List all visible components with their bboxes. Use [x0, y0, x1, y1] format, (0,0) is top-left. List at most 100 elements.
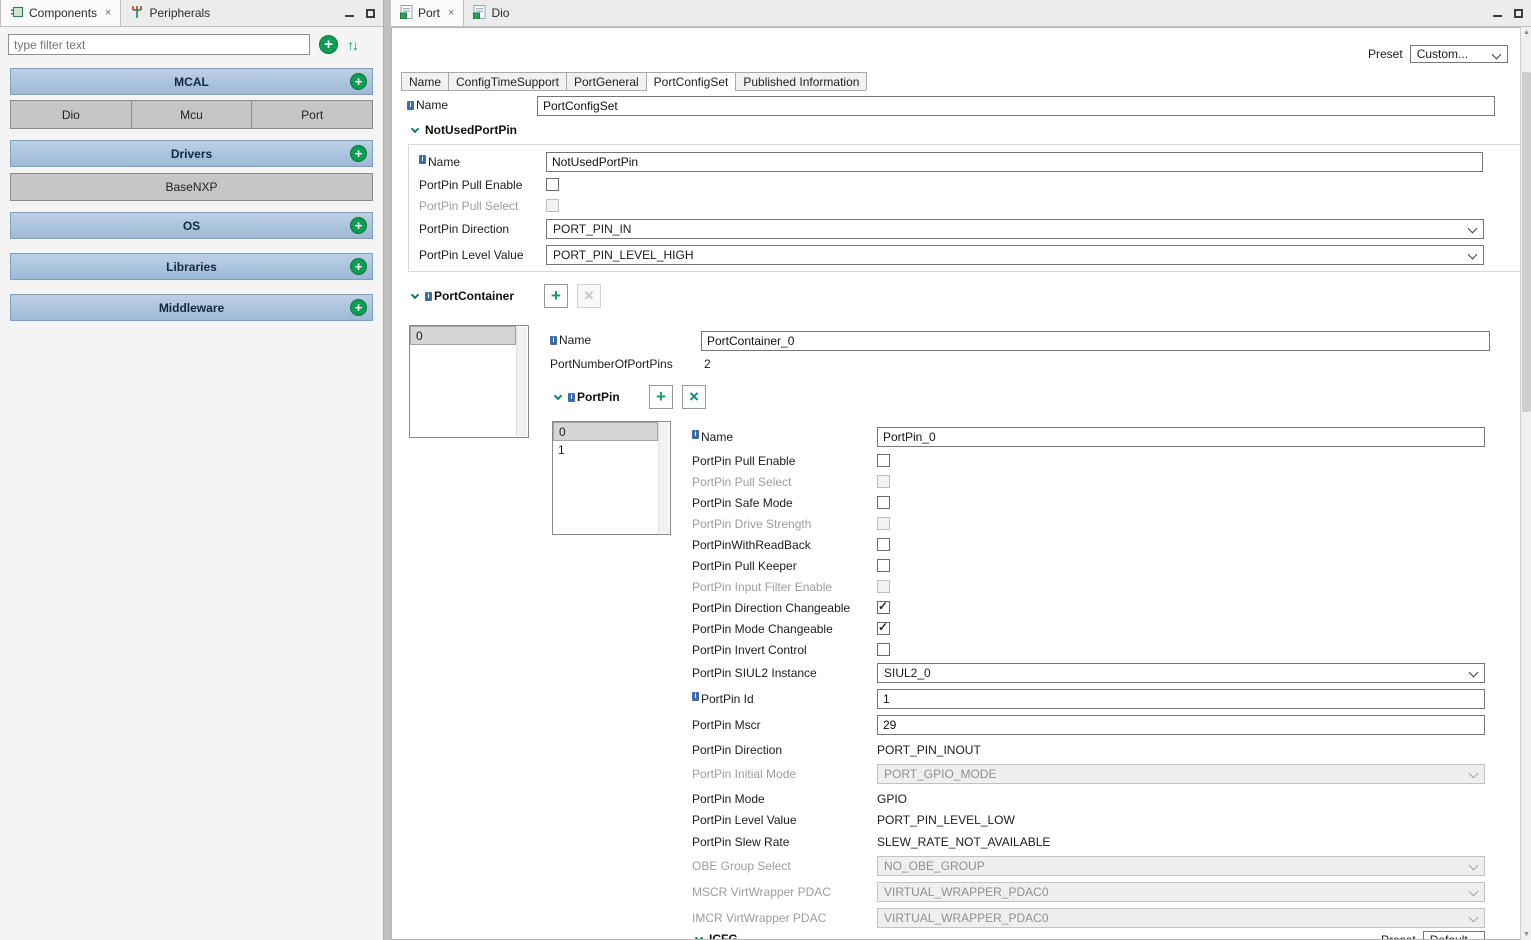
list-item[interactable]: 1 [553, 441, 658, 460]
module-port[interactable]: Port [252, 100, 374, 129]
tab-components[interactable]: Components × [0, 0, 122, 26]
configset-name-input[interactable] [537, 96, 1495, 116]
notusedportpin-header[interactable]: NotUsedPortPin [410, 123, 517, 137]
scrollbar-thumb[interactable] [1522, 72, 1531, 412]
preset-select[interactable]: Custom... [1409, 45, 1508, 63]
portpin-mscr-input[interactable] [877, 715, 1485, 735]
numpins-value: 2 [704, 357, 711, 371]
list-scrollbar[interactable] [516, 327, 527, 436]
maximize-icon[interactable] [366, 8, 375, 18]
module-basenxp[interactable]: BaseNXP [10, 173, 373, 201]
pull-enable-checkbox[interactable] [546, 178, 559, 191]
chevron-down-icon [694, 933, 704, 939]
list-item[interactable]: 0 [553, 422, 658, 441]
portpin-remove-button[interactable]: × [682, 385, 706, 409]
portcontainer-add-button[interactable]: + [544, 284, 568, 308]
add-os-button[interactable]: + [350, 217, 367, 234]
drive-strength-checkbox [877, 517, 890, 530]
tab-port-editor[interactable]: Port × [390, 0, 465, 26]
portpin-header[interactable]: i PortPin [553, 385, 620, 409]
direction-select[interactable]: PORT_PIN_IN [546, 219, 1484, 239]
mscr-virtwrapper-select: VIRTUAL_WRAPPER_PDAC0 [877, 882, 1485, 902]
form-row: OBE Group Select NO_OBE_GROUP [692, 853, 1492, 879]
form-row: PortPin Pull Select [409, 195, 1520, 216]
editor-tabbar: Port × Dio [390, 0, 1531, 27]
chevron-down-icon [410, 290, 420, 300]
configset-name-label: i Name [407, 98, 448, 112]
section-title: Drivers [170, 146, 213, 161]
section-os: OS + [10, 212, 373, 239]
add-component-button[interactable]: + [319, 35, 338, 54]
portcontainer-header[interactable]: i PortContainer [410, 284, 514, 308]
scroll-up-icon[interactable]: ▲ [1521, 29, 1531, 36]
form-row: PortPin Mode GPIO [692, 791, 908, 806]
maximize-icon[interactable] [1514, 8, 1523, 18]
form-row: PortPin Input Filter Enable [692, 576, 1492, 597]
invert-control-checkbox[interactable] [877, 643, 890, 656]
editor-scrollbar[interactable]: ▲ ▼ [1520, 27, 1531, 940]
tab-dio-editor[interactable]: Dio [464, 0, 518, 26]
tab-portgeneral[interactable]: PortGeneral [565, 72, 647, 90]
sort-icon[interactable]: ↑↓ [347, 37, 359, 53]
module-dio[interactable]: Dio [10, 100, 132, 129]
notused-name-input[interactable] [546, 151, 1483, 172]
with-readback-checkbox[interactable] [877, 538, 890, 551]
next-section-partial[interactable]: ICFG [694, 932, 738, 939]
close-icon[interactable]: × [105, 7, 111, 19]
preset-select[interactable]: Default... [1422, 931, 1485, 939]
section-title: OS [182, 218, 201, 233]
add-library-button[interactable]: + [350, 258, 367, 275]
direction-changeable-checkbox[interactable] [877, 599, 890, 614]
safe-mode-checkbox[interactable] [877, 496, 890, 509]
pull-keeper-checkbox[interactable] [877, 559, 890, 572]
editor-body: Preset Custom... Name ConfigTimeSupport … [391, 27, 1520, 940]
add-mcal-button[interactable]: + [350, 73, 367, 90]
mode-changeable-checkbox[interactable] [877, 620, 890, 635]
section-header-os[interactable]: OS + [10, 212, 373, 239]
chevron-down-icon [553, 391, 563, 401]
section-title: Libraries [166, 259, 217, 274]
components-icon [10, 5, 24, 22]
minimize-icon[interactable] [345, 10, 354, 17]
tab-published-information[interactable]: Published Information [735, 72, 868, 90]
form-row: PortPin Level Value PORT_PIN_LEVEL_HIGH [409, 242, 1520, 268]
tab-peripherals[interactable]: Peripherals [121, 0, 219, 26]
input-filter-checkbox [877, 580, 890, 593]
portcontainer-name-input[interactable] [701, 331, 1490, 351]
section-header-drivers[interactable]: Drivers + [10, 140, 373, 167]
pull-select-checkbox [877, 475, 890, 488]
tab-port-label: Port [418, 6, 441, 20]
tab-configtimesupport[interactable]: ConfigTimeSupport [448, 72, 567, 90]
preset-label: Preset [1381, 933, 1416, 940]
module-mcu[interactable]: Mcu [131, 100, 253, 129]
portpin-id-input[interactable] [877, 689, 1485, 709]
section-header-mcal[interactable]: MCAL + [10, 68, 373, 95]
add-middleware-button[interactable]: + [350, 299, 367, 316]
list-item[interactable]: 0 [410, 326, 516, 345]
section-header-libraries[interactable]: Libraries + [10, 253, 373, 280]
level-value-select[interactable]: PORT_PIN_LEVEL_HIGH [546, 245, 1484, 265]
scroll-down-icon[interactable]: ▼ [1521, 931, 1531, 938]
close-icon[interactable]: × [448, 7, 454, 19]
add-driver-button[interactable]: + [350, 145, 367, 162]
pull-enable-checkbox[interactable] [877, 454, 890, 467]
filter-input[interactable] [8, 34, 310, 55]
info-icon: i [692, 430, 699, 439]
section-libraries: Libraries + [10, 253, 373, 280]
property-tabs: Name ConfigTimeSupport PortGeneral PortC… [401, 72, 868, 91]
info-icon: i [425, 291, 432, 301]
portcontainer-list: 0 [409, 325, 529, 438]
tab-portconfigset[interactable]: PortConfigSet [645, 72, 737, 91]
port-file-icon [400, 4, 413, 22]
minimize-icon[interactable] [1493, 10, 1502, 17]
list-scrollbar[interactable] [658, 423, 669, 533]
siul2-instance-select[interactable]: SIUL2_0 [877, 663, 1485, 683]
editor-panel: Port × Dio Preset Custom... Name ConfigT… [390, 0, 1531, 940]
portpin-name-input[interactable] [877, 427, 1485, 447]
editor-window-buttons [1493, 0, 1523, 26]
mcal-items: Dio Mcu Port [10, 100, 374, 129]
section-header-middleware[interactable]: Middleware + [10, 294, 373, 321]
portpin-add-button[interactable]: + [649, 385, 673, 409]
form-row: PortPin Mscr [692, 712, 1492, 738]
tab-name[interactable]: Name [401, 72, 450, 90]
